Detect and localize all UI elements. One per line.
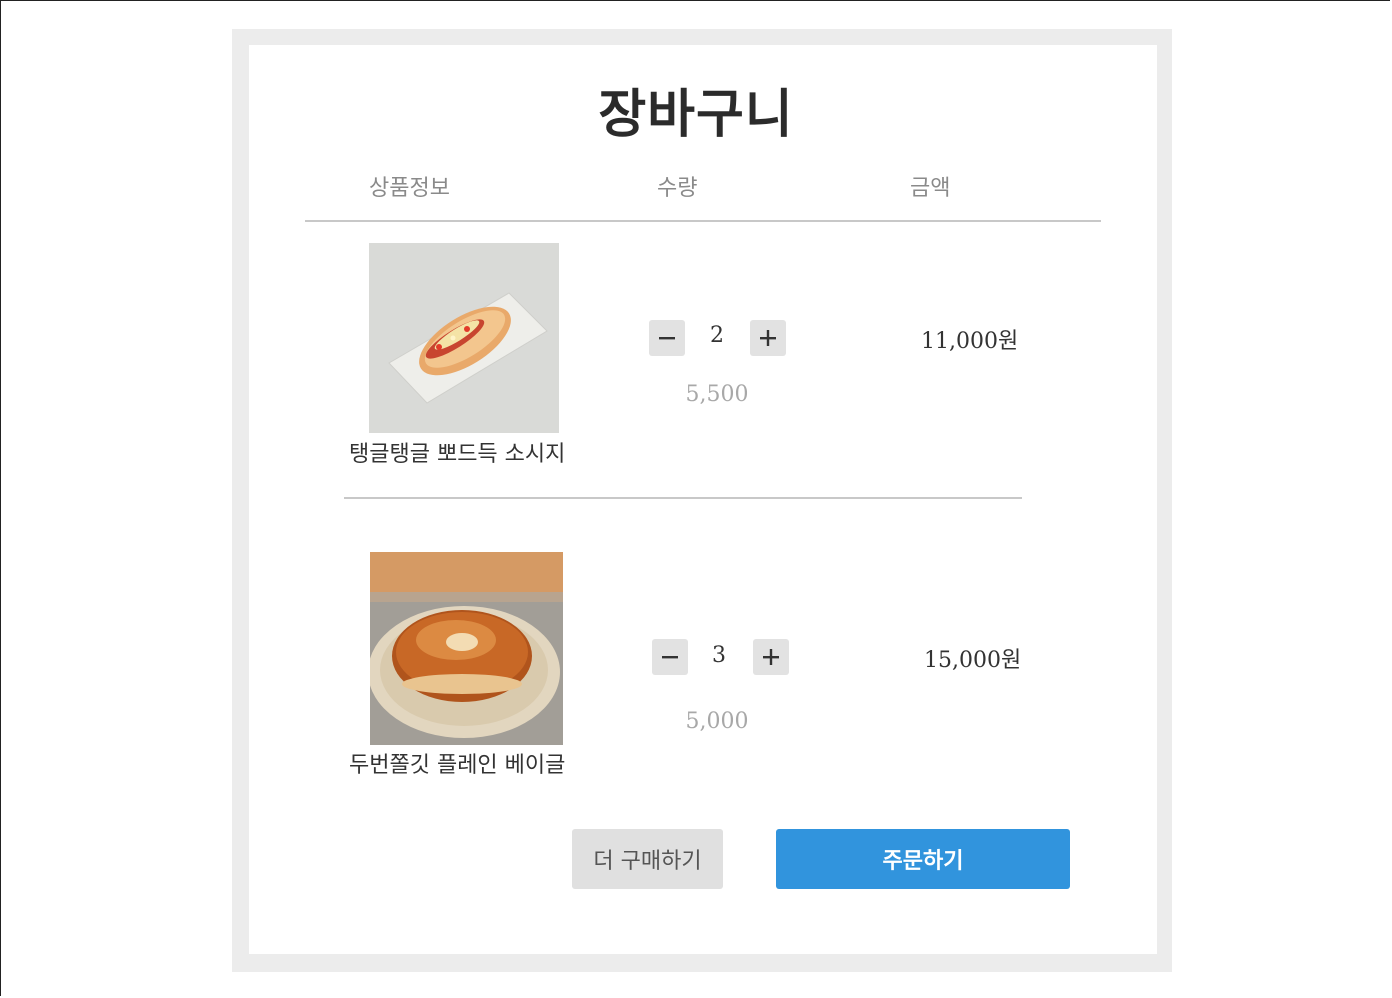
minus-icon — [659, 337, 675, 340]
decrease-quantity-button[interactable] — [652, 639, 688, 675]
increase-quantity-button[interactable] — [753, 639, 789, 675]
column-header-product: 상품정보 — [369, 176, 450, 201]
minus-icon — [662, 656, 678, 659]
column-header-quantity: 수량 — [657, 176, 698, 201]
order-button[interactable]: 주문하기 — [776, 829, 1070, 889]
header-divider — [305, 220, 1101, 222]
unit-price: 5,000 — [685, 709, 749, 734]
plain-bagel-image[interactable] — [370, 552, 563, 745]
increase-quantity-button[interactable] — [750, 320, 786, 356]
row-divider — [344, 497, 1022, 499]
sausage-bread-image[interactable] — [369, 243, 559, 433]
quantity-value: 2 — [710, 323, 724, 348]
unit-price: 5,500 — [685, 382, 749, 407]
quantity-value: 3 — [712, 643, 726, 668]
page-title: 장바구니 — [598, 85, 794, 145]
continue-shopping-button[interactable]: 더 구매하기 — [572, 829, 723, 889]
product-name: 탱글탱글 뽀드득 소시지 — [349, 442, 566, 467]
column-header-amount: 금액 — [910, 176, 951, 201]
decrease-quantity-button[interactable] — [649, 320, 685, 356]
item-amount: 11,000원 — [921, 329, 1019, 354]
product-name: 두번쫄깃 플레인 베이글 — [349, 753, 566, 778]
item-amount: 15,000원 — [924, 648, 1022, 673]
plus-icon — [760, 330, 776, 346]
plus-icon — [763, 649, 779, 665]
